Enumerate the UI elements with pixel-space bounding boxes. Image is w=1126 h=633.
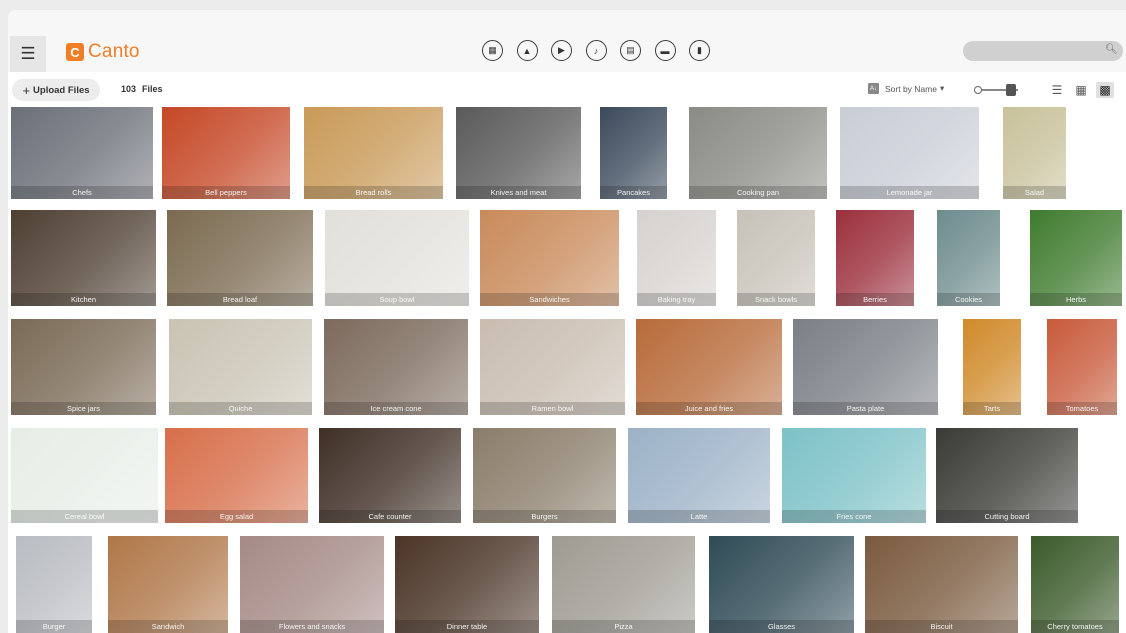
thumbnail-caption: Salad: [1003, 186, 1066, 199]
thumbnail-caption: Fries cone: [782, 510, 926, 523]
thumbnail-caption: Pasta plate: [793, 402, 938, 415]
thumbnail-caption: Burger: [16, 620, 92, 633]
asset-thumbnail[interactable]: Cafe counter: [319, 428, 461, 523]
asset-thumbnail[interactable]: Tarts: [963, 319, 1021, 415]
asset-thumbnail[interactable]: Chefs: [11, 107, 153, 199]
asset-thumbnail[interactable]: Salad: [1003, 107, 1066, 199]
asset-grid: Chefs Bell peppers Bread rolls Knives and m…: [8, 10, 1126, 633]
thumbnail-caption: Glasses: [709, 620, 854, 633]
thumbnail-caption: Kitchen: [11, 293, 156, 306]
thumbnail-caption: Ramen bowl: [480, 402, 625, 415]
asset-thumbnail[interactable]: Cutting board: [936, 428, 1078, 523]
asset-thumbnail[interactable]: Bell peppers: [162, 107, 290, 199]
thumbnail-caption: Burgers: [473, 510, 616, 523]
thumbnail-caption: Cooking pan: [689, 186, 827, 199]
asset-thumbnail[interactable]: Fries cone: [782, 428, 926, 523]
asset-thumbnail[interactable]: Flowers and snacks: [240, 536, 384, 633]
asset-thumbnail[interactable]: Pancakes: [600, 107, 667, 199]
asset-thumbnail[interactable]: Cereal bowl: [11, 428, 158, 523]
thumbnail-caption: Bell peppers: [162, 186, 290, 199]
thumbnail-caption: Quiche: [169, 402, 312, 415]
asset-thumbnail[interactable]: Knives and meat: [456, 107, 581, 199]
asset-thumbnail[interactable]: Berries: [836, 210, 914, 306]
asset-thumbnail[interactable]: Ramen bowl: [480, 319, 625, 415]
asset-thumbnail[interactable]: Glasses: [709, 536, 854, 633]
thumbnail-caption: Knives and meat: [456, 186, 581, 199]
thumbnail-caption: Cherry tomatoes: [1031, 620, 1119, 633]
thumbnail-caption: Latte: [628, 510, 770, 523]
thumbnail-caption: Baking tray: [637, 293, 716, 306]
thumbnail-caption: Ice cream cone: [324, 402, 468, 415]
app-window: ☰ C Canto ▦ ▲ ▶ ♪ ▤ ▬ ▮ 🔍︎ + Upload Files 103 F…: [8, 10, 1126, 633]
asset-thumbnail[interactable]: Kitchen: [11, 210, 156, 306]
thumbnail-caption: Berries: [836, 293, 914, 306]
asset-thumbnail[interactable]: Snack bowls: [737, 210, 815, 306]
thumbnail-caption: Flowers and snacks: [240, 620, 384, 633]
thumbnail-caption: Cereal bowl: [11, 510, 158, 523]
asset-thumbnail[interactable]: Herbs: [1030, 210, 1122, 306]
asset-thumbnail[interactable]: Burgers: [473, 428, 616, 523]
thumbnail-caption: Lemonade jar: [840, 186, 979, 199]
asset-thumbnail[interactable]: Tomatoes: [1047, 319, 1117, 415]
thumbnail-caption: Pancakes: [600, 186, 667, 199]
asset-thumbnail[interactable]: Lemonade jar: [840, 107, 979, 199]
asset-thumbnail[interactable]: Latte: [628, 428, 770, 523]
thumbnail-caption: Cafe counter: [319, 510, 461, 523]
thumbnail-caption: Dinner table: [395, 620, 539, 633]
thumbnail-caption: Biscuit: [865, 620, 1018, 633]
thumbnail-caption: Pizza: [552, 620, 695, 633]
asset-thumbnail[interactable]: Quiche: [169, 319, 312, 415]
thumbnail-caption: Soup bowl: [325, 293, 469, 306]
asset-thumbnail[interactable]: Dinner table: [395, 536, 539, 633]
thumbnail-caption: Herbs: [1030, 293, 1122, 306]
asset-thumbnail[interactable]: Bread loaf: [167, 210, 313, 306]
thumbnail-caption: Chefs: [11, 186, 153, 199]
thumbnail-caption: Snack bowls: [737, 293, 815, 306]
thumbnail-caption: Bread rolls: [304, 186, 443, 199]
asset-thumbnail[interactable]: Bread rolls: [304, 107, 443, 199]
asset-thumbnail[interactable]: Cherry tomatoes: [1031, 536, 1119, 633]
asset-thumbnail[interactable]: Egg salad: [165, 428, 308, 523]
asset-thumbnail[interactable]: Spice jars: [11, 319, 156, 415]
asset-thumbnail[interactable]: Burger: [16, 536, 92, 633]
thumbnail-caption: Juice and fries: [636, 402, 782, 415]
asset-thumbnail[interactable]: Ice cream cone: [324, 319, 468, 415]
thumbnail-caption: Sandwiches: [480, 293, 619, 306]
asset-thumbnail[interactable]: Sandwich: [108, 536, 228, 633]
thumbnail-caption: Tarts: [963, 402, 1021, 415]
asset-thumbnail[interactable]: Cooking pan: [689, 107, 827, 199]
asset-thumbnail[interactable]: Juice and fries: [636, 319, 782, 415]
asset-thumbnail[interactable]: Baking tray: [637, 210, 716, 306]
asset-thumbnail[interactable]: Soup bowl: [325, 210, 469, 306]
thumbnail-caption: Cookies: [937, 293, 1000, 306]
thumbnail-caption: Tomatoes: [1047, 402, 1117, 415]
thumbnail-caption: Bread loaf: [167, 293, 313, 306]
asset-thumbnail[interactable]: Biscuit: [865, 536, 1018, 633]
thumbnail-caption: Egg salad: [165, 510, 308, 523]
asset-thumbnail[interactable]: Pasta plate: [793, 319, 938, 415]
asset-thumbnail[interactable]: Pizza: [552, 536, 695, 633]
asset-thumbnail[interactable]: Sandwiches: [480, 210, 619, 306]
thumbnail-caption: Sandwich: [108, 620, 228, 633]
thumbnail-caption: Spice jars: [11, 402, 156, 415]
asset-thumbnail[interactable]: Cookies: [937, 210, 1000, 306]
thumbnail-caption: Cutting board: [936, 510, 1078, 523]
